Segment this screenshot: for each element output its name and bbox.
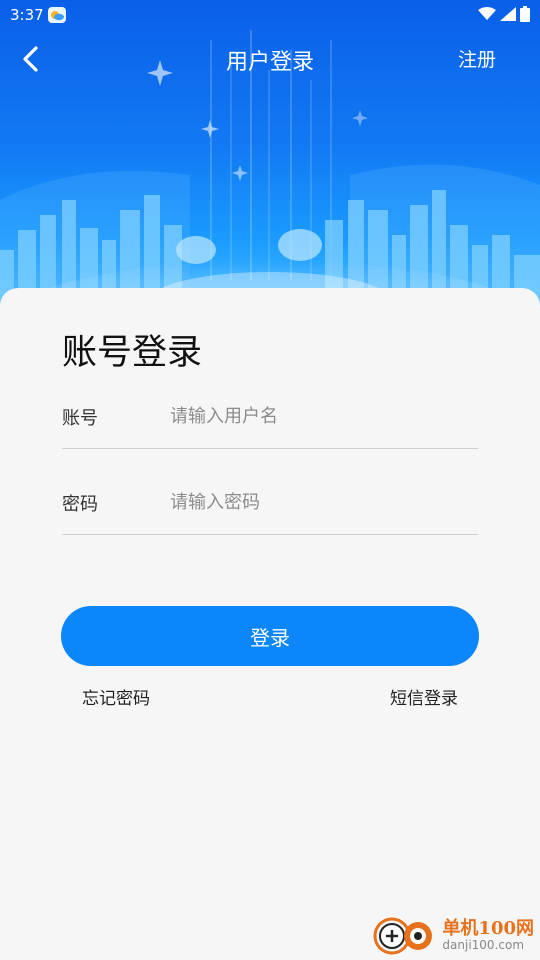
password-input[interactable] xyxy=(168,484,472,520)
account-field: 账号 xyxy=(62,388,478,449)
status-indicators xyxy=(478,6,530,22)
status-time: 3:37 xyxy=(10,6,44,24)
watermark-name: 单机100网 xyxy=(442,918,534,940)
password-label: 密码 xyxy=(62,494,98,515)
wifi-icon xyxy=(478,7,496,20)
status-bar: 3:37 xyxy=(0,0,540,30)
form-heading: 账号登录 xyxy=(62,333,203,373)
hero-banner: 3:37 用户登录 注册 xyxy=(0,0,540,320)
sms-login-link[interactable]: 短信登录 xyxy=(390,684,458,709)
watermark-logo-icon xyxy=(373,917,433,955)
watermark-url: danji100.com xyxy=(442,938,525,953)
weather-app-icon xyxy=(48,7,66,23)
password-field: 密码 xyxy=(62,474,478,535)
login-button[interactable]: 登录 xyxy=(61,606,479,666)
watermark: 单机100网 danji100.com xyxy=(372,916,534,956)
register-button[interactable]: 注册 xyxy=(458,45,496,72)
login-card: 账号登录 账号 密码 登录 忘记密码 短信登录 xyxy=(0,288,540,960)
account-label: 账号 xyxy=(62,408,98,429)
signal-icon xyxy=(500,7,516,21)
battery-icon xyxy=(520,6,530,22)
top-app-bar: 用户登录 注册 xyxy=(0,30,540,88)
account-input[interactable] xyxy=(168,398,472,434)
forgot-password-link[interactable]: 忘记密码 xyxy=(82,684,150,709)
